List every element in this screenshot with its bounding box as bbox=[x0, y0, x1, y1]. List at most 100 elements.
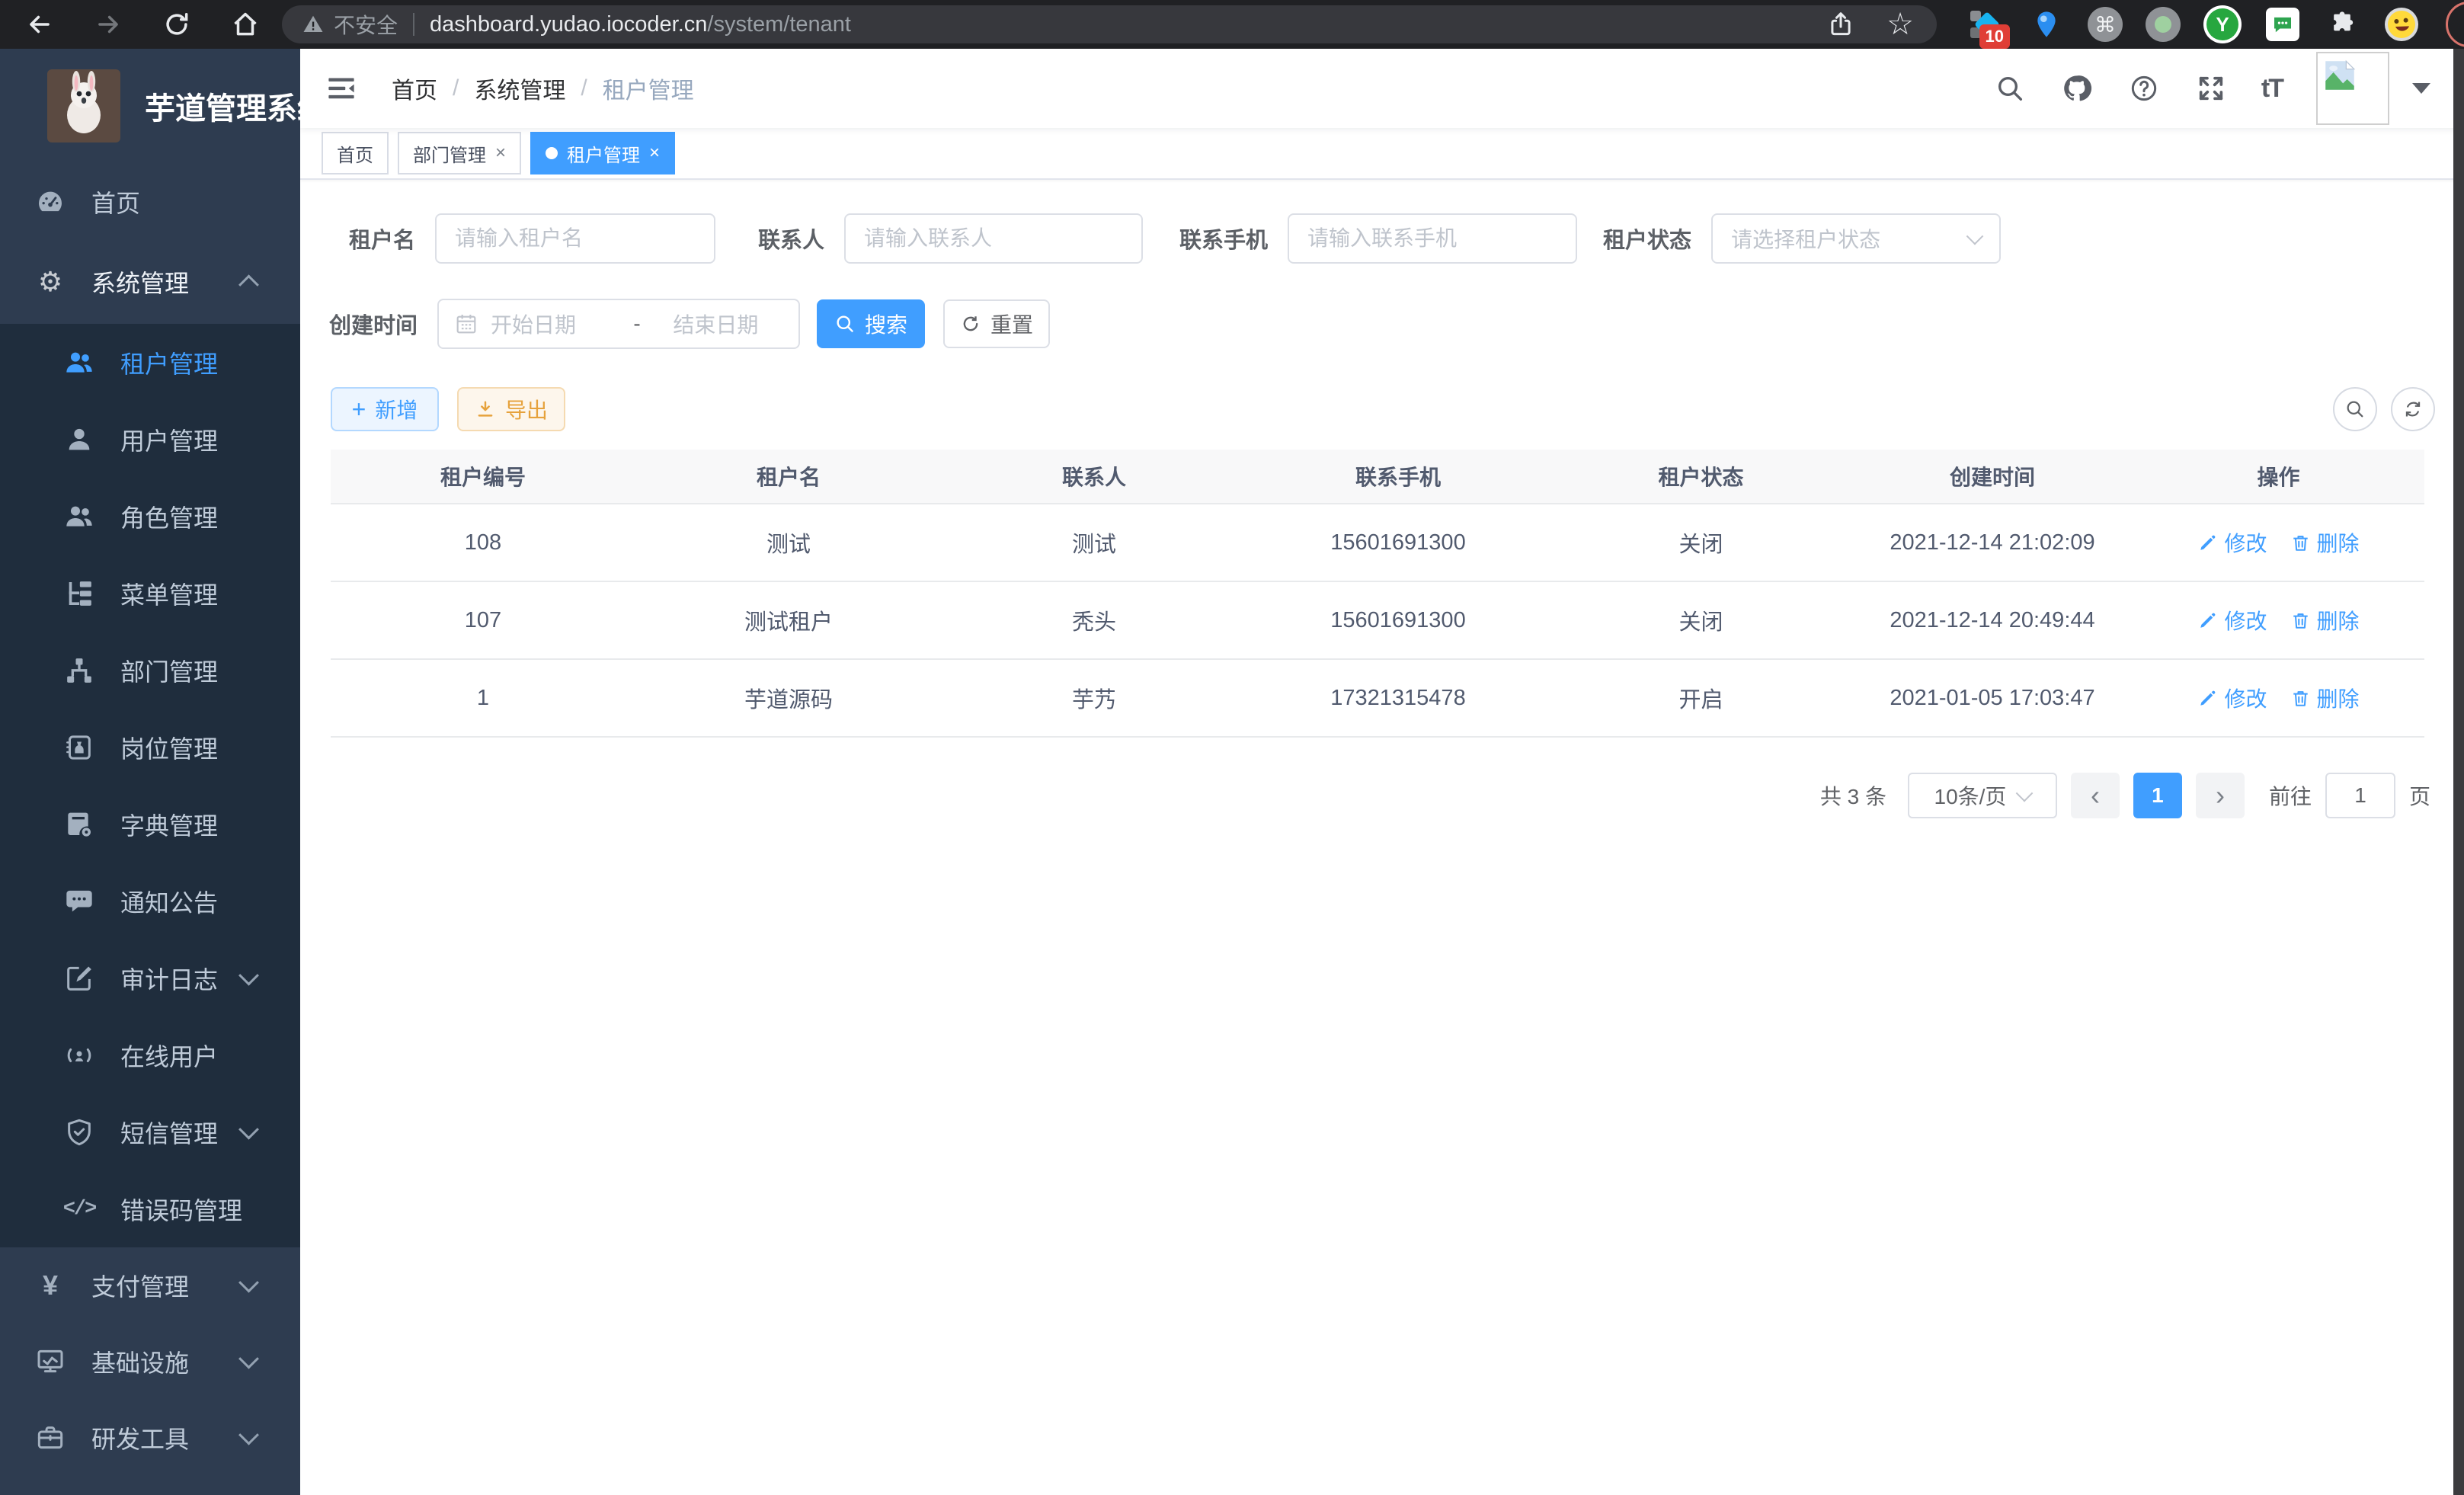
page-size-value: 10条/页 bbox=[1934, 780, 2007, 811]
delete-link[interactable]: 删除 bbox=[2290, 527, 2360, 558]
export-button-label: 导出 bbox=[505, 394, 548, 424]
font-size-icon[interactable]: tT bbox=[2261, 74, 2283, 104]
contact-input[interactable] bbox=[844, 213, 1143, 264]
tenant-status-select[interactable]: 请选择租户状态 bbox=[1711, 213, 2001, 264]
address-bar[interactable]: 不安全 dashboard.yudao.iocoder.cn/system/te… bbox=[282, 5, 1937, 43]
avatar-caret-icon[interactable] bbox=[2412, 83, 2430, 94]
chat-extension-icon[interactable] bbox=[2264, 6, 2301, 43]
delete-link[interactable]: 删除 bbox=[2290, 683, 2360, 713]
sidebar-item-user-management[interactable]: 用户管理 bbox=[0, 401, 300, 478]
tab-home[interactable]: 首页 bbox=[322, 132, 389, 174]
edit-pencil-icon bbox=[2197, 610, 2218, 631]
browser-reload-icon[interactable] bbox=[160, 8, 194, 41]
puzzle-extensions-icon[interactable] bbox=[2324, 6, 2360, 43]
sidebar-item-home[interactable]: 首页 bbox=[0, 163, 300, 240]
tab-dept-management[interactable]: 部门管理 × bbox=[398, 132, 521, 174]
add-button-label: 新增 bbox=[375, 394, 418, 424]
broken-image-icon bbox=[2321, 56, 2359, 94]
breadcrumb-current: 租户管理 bbox=[603, 72, 694, 105]
refresh-table-button[interactable] bbox=[2391, 387, 2435, 431]
chevron-down-icon bbox=[238, 1273, 259, 1293]
add-button[interactable]: + 新增 bbox=[331, 387, 439, 431]
tab-tenant-management[interactable]: 租户管理 × bbox=[530, 132, 675, 174]
edit-link[interactable]: 修改 bbox=[2197, 683, 2267, 713]
security-status[interactable]: 不安全 bbox=[302, 9, 398, 40]
sidebar-item-audit-log[interactable]: 审计日志 bbox=[0, 940, 300, 1016]
column-header-tenant-id: 租户编号 bbox=[331, 461, 635, 491]
active-tab-dot bbox=[546, 147, 558, 159]
export-button[interactable]: 导出 bbox=[457, 387, 565, 431]
extension-pinned-icon[interactable]: 10 bbox=[1969, 6, 2005, 43]
page-size-select[interactable]: 10条/页 bbox=[1908, 773, 2057, 818]
browser-forward-icon[interactable] bbox=[91, 8, 125, 41]
app-title: 芋道管理系统 bbox=[145, 84, 328, 128]
sidebar-item-menu-management[interactable]: 菜单管理 bbox=[0, 555, 300, 632]
mobile-label: 联系手机 bbox=[1179, 222, 1268, 255]
date-start-placeholder[interactable]: 开始日期 bbox=[491, 309, 626, 339]
sidebar-item-payment-management[interactable]: ¥ 支付管理 bbox=[0, 1247, 300, 1324]
edit-link[interactable]: 修改 bbox=[2197, 527, 2267, 558]
bookmark-star-icon[interactable]: ☆ bbox=[1883, 8, 1917, 41]
show-search-toggle-button[interactable] bbox=[2333, 387, 2377, 431]
page-content: 租户名 联系人 联系手机 租户状态 请选择租户状态 创建时间 bbox=[300, 180, 2464, 1495]
column-header-actions: 操作 bbox=[2133, 461, 2424, 491]
sidebar-item-post-management[interactable]: 岗位管理 bbox=[0, 709, 300, 786]
sidebar-item-system-management[interactable]: ⚙ 系统管理 bbox=[0, 240, 300, 324]
sidebar-item-dept-management[interactable]: 部门管理 bbox=[0, 632, 300, 709]
url-text[interactable]: dashboard.yudao.iocoder.cn/system/tenant bbox=[430, 12, 851, 37]
sidebar-item-sms-management[interactable]: 短信管理 bbox=[0, 1093, 300, 1170]
prev-page-button[interactable]: ‹ bbox=[2071, 773, 2120, 818]
sidebar-item-notice-announcement[interactable]: 通知公告 bbox=[0, 863, 300, 940]
contact-label: 联系人 bbox=[758, 222, 824, 255]
search-button[interactable]: 搜索 bbox=[817, 299, 925, 348]
sidebar-collapse-icon[interactable] bbox=[323, 70, 360, 107]
github-icon[interactable] bbox=[2060, 72, 2094, 105]
sidebar-item-role-management[interactable]: 角色管理 bbox=[0, 478, 300, 555]
fullscreen-icon[interactable] bbox=[2194, 72, 2228, 105]
emoji-profile-icon[interactable] bbox=[2383, 6, 2420, 43]
edit-link[interactable]: 修改 bbox=[2197, 605, 2267, 635]
share-icon[interactable] bbox=[1824, 8, 1858, 41]
next-page-button[interactable]: › bbox=[2196, 773, 2245, 818]
goto-page-input[interactable] bbox=[2325, 773, 2395, 818]
tenant-name-input[interactable] bbox=[435, 213, 715, 264]
y-logo-extension-icon[interactable]: Y bbox=[2203, 5, 2242, 43]
avatar[interactable] bbox=[2316, 52, 2389, 125]
delete-link[interactable]: 删除 bbox=[2290, 605, 2360, 635]
menu-tree-icon bbox=[59, 578, 99, 609]
security-label: 不安全 bbox=[334, 9, 398, 40]
sidebar-item-error-code-management[interactable]: </> 错误码管理 bbox=[0, 1170, 300, 1247]
column-header-tenant-name: 租户名 bbox=[635, 461, 942, 491]
filter-row-2: 创建时间 开始日期 - 结束日期 搜索 重置 bbox=[329, 299, 1050, 349]
mobile-input[interactable] bbox=[1288, 213, 1577, 264]
command-extension-icon[interactable]: ⌘ bbox=[2088, 7, 2123, 42]
browser-update-button[interactable]: 更新 bbox=[2446, 2, 2464, 47]
sidebar-item-dict-management[interactable]: 字典管理 bbox=[0, 786, 300, 863]
current-page-button[interactable]: 1 bbox=[2133, 773, 2182, 818]
sidebar-item-infrastructure[interactable]: 基础设施 bbox=[0, 1324, 300, 1400]
breadcrumb: 首页 / 系统管理 / 租户管理 bbox=[392, 72, 694, 105]
sidebar-item-online-users[interactable]: 在线用户 bbox=[0, 1016, 300, 1093]
sidebar-item-dev-tools[interactable]: 研发工具 bbox=[0, 1400, 300, 1476]
map-pin-extension-icon[interactable] bbox=[2028, 6, 2065, 43]
app-logo-row[interactable]: 芋道管理系统 bbox=[0, 49, 300, 163]
table-row: 1 芋道源码 芋艿 17321315478 开启 2021-01-05 17:0… bbox=[331, 660, 2424, 738]
search-button-label: 搜索 bbox=[865, 309, 907, 339]
create-time-range-picker[interactable]: 开始日期 - 结束日期 bbox=[437, 299, 800, 349]
reset-button[interactable]: 重置 bbox=[943, 299, 1050, 348]
header-search-icon[interactable] bbox=[1993, 72, 2027, 105]
cell-created: 2021-12-14 21:02:09 bbox=[1852, 530, 2133, 555]
tab-close-icon[interactable]: × bbox=[495, 142, 506, 164]
browser-home-icon[interactable] bbox=[229, 8, 262, 41]
sidebar-item-tenant-management[interactable]: 租户管理 bbox=[0, 324, 300, 401]
tab-close-icon[interactable]: × bbox=[649, 142, 660, 164]
column-header-mobile: 联系手机 bbox=[1246, 461, 1550, 491]
browser-back-icon[interactable] bbox=[23, 8, 56, 41]
recorder-extension-icon[interactable] bbox=[2146, 7, 2181, 42]
help-question-icon[interactable] bbox=[2127, 72, 2161, 105]
tenant-name-label: 租户名 bbox=[349, 222, 415, 255]
tab-label: 首页 bbox=[337, 140, 373, 167]
breadcrumb-home[interactable]: 首页 bbox=[392, 72, 437, 105]
date-end-placeholder[interactable]: 结束日期 bbox=[648, 309, 783, 339]
plus-icon: + bbox=[352, 397, 366, 421]
